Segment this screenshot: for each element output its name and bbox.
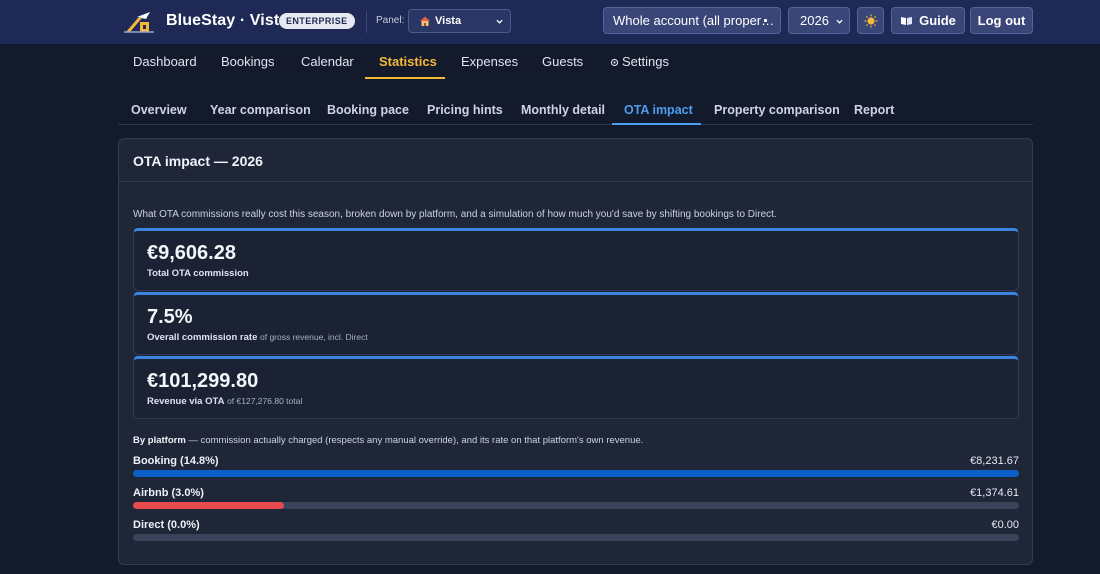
nav-bookings[interactable]: Bookings xyxy=(221,54,274,69)
theme-toggle-button[interactable] xyxy=(857,7,884,34)
plan-badge: ENTERPRISE xyxy=(279,13,355,29)
tab-pricing-hints[interactable]: Pricing hints xyxy=(427,103,503,117)
by-platform-heading: By platform — commission actually charge… xyxy=(133,435,644,446)
nav-dashboard[interactable]: Dashboard xyxy=(133,54,197,69)
chevron-down-icon xyxy=(496,19,503,24)
kpi-value: 7.5% xyxy=(147,306,193,328)
platform-name: Booking (14.8%) xyxy=(133,455,219,467)
year-select[interactable]: 2026 xyxy=(788,7,850,34)
house-icon xyxy=(420,16,430,26)
account-select-value: Whole account (all proper… xyxy=(613,13,775,28)
platform-bar-track xyxy=(133,534,1019,541)
panel-select-value: Vista xyxy=(435,15,462,27)
platform-name: Airbnb (3.0%) xyxy=(133,487,204,499)
tab-booking-pace[interactable]: Booking pace xyxy=(327,103,409,117)
platform-bar-fill xyxy=(133,470,1019,477)
sun-icon xyxy=(864,14,877,27)
kpi-value: €101,299.80 xyxy=(147,370,259,392)
header-divider xyxy=(366,11,367,33)
kpi-revenue-via-ota: €101,299.80 Revenue via OTA of €127,276.… xyxy=(133,356,1019,419)
tab-ota-impact[interactable]: OTA impact xyxy=(624,103,693,117)
year-select-value: 2026 xyxy=(800,13,829,28)
platform-bar-fill xyxy=(133,502,284,509)
caret-icon xyxy=(764,19,767,22)
nav-calendar[interactable]: Calendar xyxy=(301,54,354,69)
gear-icon xyxy=(610,58,619,67)
panel-label: Panel: xyxy=(376,15,405,26)
tab-active-indicator xyxy=(612,123,701,125)
sub-nav: Overview Year comparison Booking pace Pr… xyxy=(118,92,1033,125)
kpi-label: Overall commission rate of gross revenue… xyxy=(147,332,368,343)
ota-impact-card: OTA impact — 2026 What OTA commissions r… xyxy=(118,138,1033,565)
platform-name: Direct (0.0%) xyxy=(133,519,200,531)
chevron-down-icon xyxy=(836,19,843,24)
platform-amount: €1,374.61 xyxy=(970,487,1019,499)
account-select[interactable]: Whole account (all proper… xyxy=(603,7,781,34)
nav-settings[interactable]: Settings xyxy=(610,54,669,69)
nav-guests[interactable]: Guests xyxy=(542,54,583,69)
panel-select[interactable]: Vista xyxy=(408,9,511,33)
logout-button-label: Log out xyxy=(977,13,1026,28)
nav-statistics[interactable]: Statistics xyxy=(379,54,437,69)
kpi-total-commission: €9,606.28 Total OTA commission xyxy=(133,228,1019,291)
nav-expenses[interactable]: Expenses xyxy=(461,54,518,69)
kpi-value: €9,606.28 xyxy=(147,242,236,264)
book-icon xyxy=(901,17,913,25)
platform-bar-track xyxy=(133,470,1019,477)
nav-active-indicator xyxy=(365,77,445,79)
platform-row-direct: Direct (0.0%) €0.00 xyxy=(133,519,1019,545)
platform-amount: €0.00 xyxy=(991,519,1019,531)
logo-icon xyxy=(124,12,154,33)
tab-monthly-detail[interactable]: Monthly detail xyxy=(521,103,605,117)
top-bar: BlueStay · Vista ENTERPRISE Panel: Vista… xyxy=(0,0,1100,44)
kpi-label: Total OTA commission xyxy=(147,268,249,279)
main-nav: Dashboard Bookings Calendar Statistics E… xyxy=(118,44,1033,80)
tab-report[interactable]: Report xyxy=(854,103,894,117)
tab-property-comparison[interactable]: Property comparison xyxy=(714,103,840,117)
kpi-sublabel: of €127,276.80 total xyxy=(227,396,303,406)
brand-title: BlueStay · Vista xyxy=(166,12,289,29)
card-intro: What OTA commissions really cost this se… xyxy=(133,209,777,220)
kpi-commission-rate: 7.5% Overall commission rate of gross re… xyxy=(133,292,1019,355)
platform-bar-track xyxy=(133,502,1019,509)
platform-row-booking: Booking (14.8%) €8,231.67 xyxy=(133,455,1019,481)
logout-button[interactable]: Log out xyxy=(970,7,1033,34)
guide-button-label: Guide xyxy=(919,13,956,28)
kpi-sublabel: of gross revenue, incl. Direct xyxy=(260,332,368,342)
nav-settings-label: Settings xyxy=(622,54,669,69)
tab-year-comparison[interactable]: Year comparison xyxy=(210,103,311,117)
guide-button[interactable]: Guide xyxy=(891,7,965,34)
platform-row-airbnb: Airbnb (3.0%) €1,374.61 xyxy=(133,487,1019,513)
kpi-label: Revenue via OTA of €127,276.80 total xyxy=(147,396,303,407)
card-header: OTA impact — 2026 xyxy=(119,139,1032,182)
platform-amount: €8,231.67 xyxy=(970,455,1019,467)
tab-overview[interactable]: Overview xyxy=(131,103,187,117)
card-title: OTA impact — 2026 xyxy=(133,153,263,169)
